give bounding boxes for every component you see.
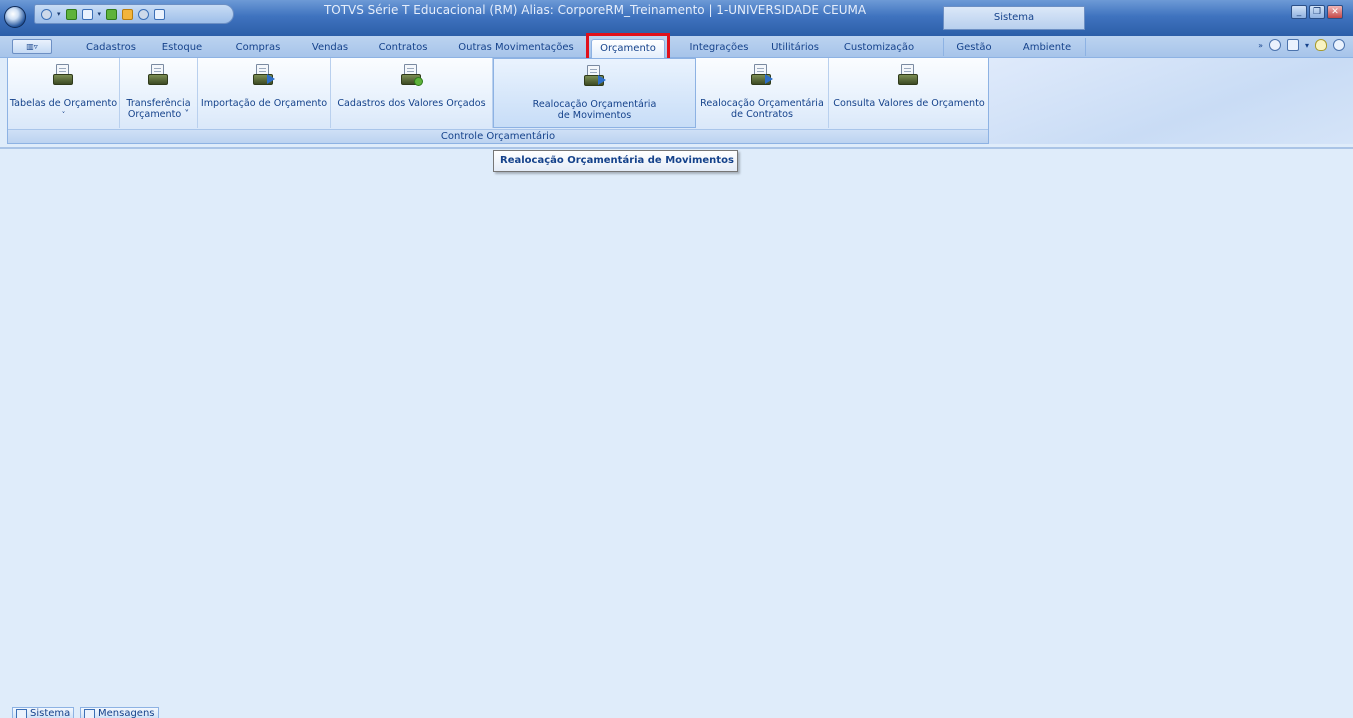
import-budget-icon <box>253 64 275 86</box>
chevron-down-icon[interactable]: ▾ <box>57 10 61 18</box>
button-label: Realocação Orçamentária <box>700 98 824 109</box>
chevron-down-icon[interactable]: ▾ <box>1305 41 1309 50</box>
taskbar-mensagens[interactable]: Mensagens <box>80 707 159 718</box>
window-title: TOTVS Série T Educacional (RM) Alias: Co… <box>323 3 867 17</box>
budget-reallocation-icon <box>583 65 606 87</box>
taskbar-sistema[interactable]: Sistema <box>12 707 75 718</box>
ribbon-group-label: Controle Orçamentário <box>8 129 988 143</box>
restore-button[interactable]: ❐ <box>1309 5 1325 19</box>
lightbulb-icon[interactable] <box>1315 39 1327 51</box>
button-label: Cadastros dos Valores Orçados <box>337 98 486 109</box>
application-orb-button[interactable] <box>4 6 26 28</box>
button-label: Tabelas de Orçamento <box>9 98 118 109</box>
taskbar-label: Mensagens <box>98 708 155 718</box>
export-icon[interactable] <box>106 8 118 20</box>
chevron-down-icon[interactable]: ▾ <box>98 10 102 18</box>
ribbon-panel: Tabelas de Orçamento ˅ Transferência Orçam… <box>7 58 989 144</box>
button-label: Importação de Orçamento <box>200 98 328 109</box>
tab-ambiente[interactable]: Ambiente <box>1018 39 1076 56</box>
help-icon[interactable] <box>1333 39 1345 51</box>
tab-cadastros[interactable]: Cadastros <box>82 39 140 56</box>
tabelas-de-orcamento-button[interactable]: Tabelas de Orçamento ˅ <box>8 58 120 128</box>
context-sistema[interactable]: Sistema <box>943 6 1085 30</box>
realocacao-orcamentaria-movimentos-button[interactable]: Realocação Orçamentária de Movimentos <box>493 58 696 128</box>
budget-table-icon <box>52 64 75 86</box>
transferencia-orcamento-button[interactable]: Transferência Orçamento ˅ <box>120 58 198 128</box>
tooltip: Realocação Orçamentária de Movimentos <box>493 150 738 172</box>
window-layout-icon[interactable] <box>1286 39 1299 51</box>
contract-reallocation-icon <box>751 64 773 86</box>
realocacao-orcamentaria-contratos-button[interactable]: Realocação Orçamentária de Contratos <box>696 58 829 128</box>
consulta-valores-orcamento-button[interactable]: Consulta Valores de Orçamento <box>829 58 989 128</box>
tab-separator <box>1085 38 1086 56</box>
budget-transfer-icon <box>147 64 170 86</box>
bottom-taskbar: Sistema Mensagens <box>0 702 1353 718</box>
tab-separator <box>943 38 944 56</box>
button-label: Orçamento ˅ <box>127 109 190 120</box>
window-icon[interactable] <box>81 8 93 20</box>
title-bar: ▾ ▾ TOTVS Série T Educacional (RM) Alias… <box>0 0 1353 36</box>
double-chevron-icon[interactable]: » <box>1258 41 1263 50</box>
tab-contratos[interactable]: Contratos <box>372 39 434 56</box>
button-label: Consulta Valores de Orçamento <box>833 98 985 109</box>
taskbar-label: Sistema <box>30 708 71 718</box>
tab-compras[interactable]: Compras <box>230 39 286 56</box>
tab-customizacao[interactable]: Customização <box>838 39 920 56</box>
quick-access-toolbar: ▾ ▾ <box>34 4 234 24</box>
pencil-icon[interactable] <box>122 8 134 20</box>
refresh-icon[interactable] <box>138 8 150 20</box>
ribbon-right-controls: » ▾ <box>1258 39 1345 51</box>
tab-estoque[interactable]: Estoque <box>156 39 208 56</box>
tab-outras-movimentacoes[interactable]: Outras Movimentações <box>457 39 575 56</box>
minimize-button[interactable]: _ <box>1291 5 1307 19</box>
message-icon <box>84 709 95 718</box>
globe-icon[interactable] <box>1268 39 1281 51</box>
globe-icon[interactable] <box>41 8 52 20</box>
copy-icon[interactable] <box>154 8 166 20</box>
tab-integracoes[interactable]: Integrações <box>686 39 752 56</box>
tab-gestao[interactable]: Gestão <box>950 39 998 56</box>
button-label: de Contratos <box>731 109 793 120</box>
layout-menu-button[interactable]: ▥▿ <box>12 39 52 54</box>
budget-values-icon <box>400 64 423 86</box>
main-workspace <box>0 147 1353 702</box>
tab-utilitarios[interactable]: Utilitários <box>764 39 826 56</box>
close-button[interactable]: ✕ <box>1327 5 1343 19</box>
save-icon[interactable] <box>65 8 77 20</box>
budget-query-icon <box>898 64 920 86</box>
button-label: Transferência <box>126 98 191 109</box>
button-label: de Movimentos <box>557 110 632 121</box>
menu-tabs: ▥▿ Cadastros Estoque Compras Vendas Cont… <box>0 36 1353 58</box>
chevron-down-icon: ˅ <box>61 111 66 119</box>
monitor-icon <box>16 709 27 718</box>
cadastros-valores-orcados-button[interactable]: Cadastros dos Valores Orçados <box>331 58 493 128</box>
ribbon-background <box>989 58 1353 144</box>
importacao-de-orcamento-button[interactable]: Importação de Orçamento <box>198 58 331 128</box>
tab-vendas[interactable]: Vendas <box>306 39 354 56</box>
button-label: Realocação Orçamentária <box>532 99 657 110</box>
